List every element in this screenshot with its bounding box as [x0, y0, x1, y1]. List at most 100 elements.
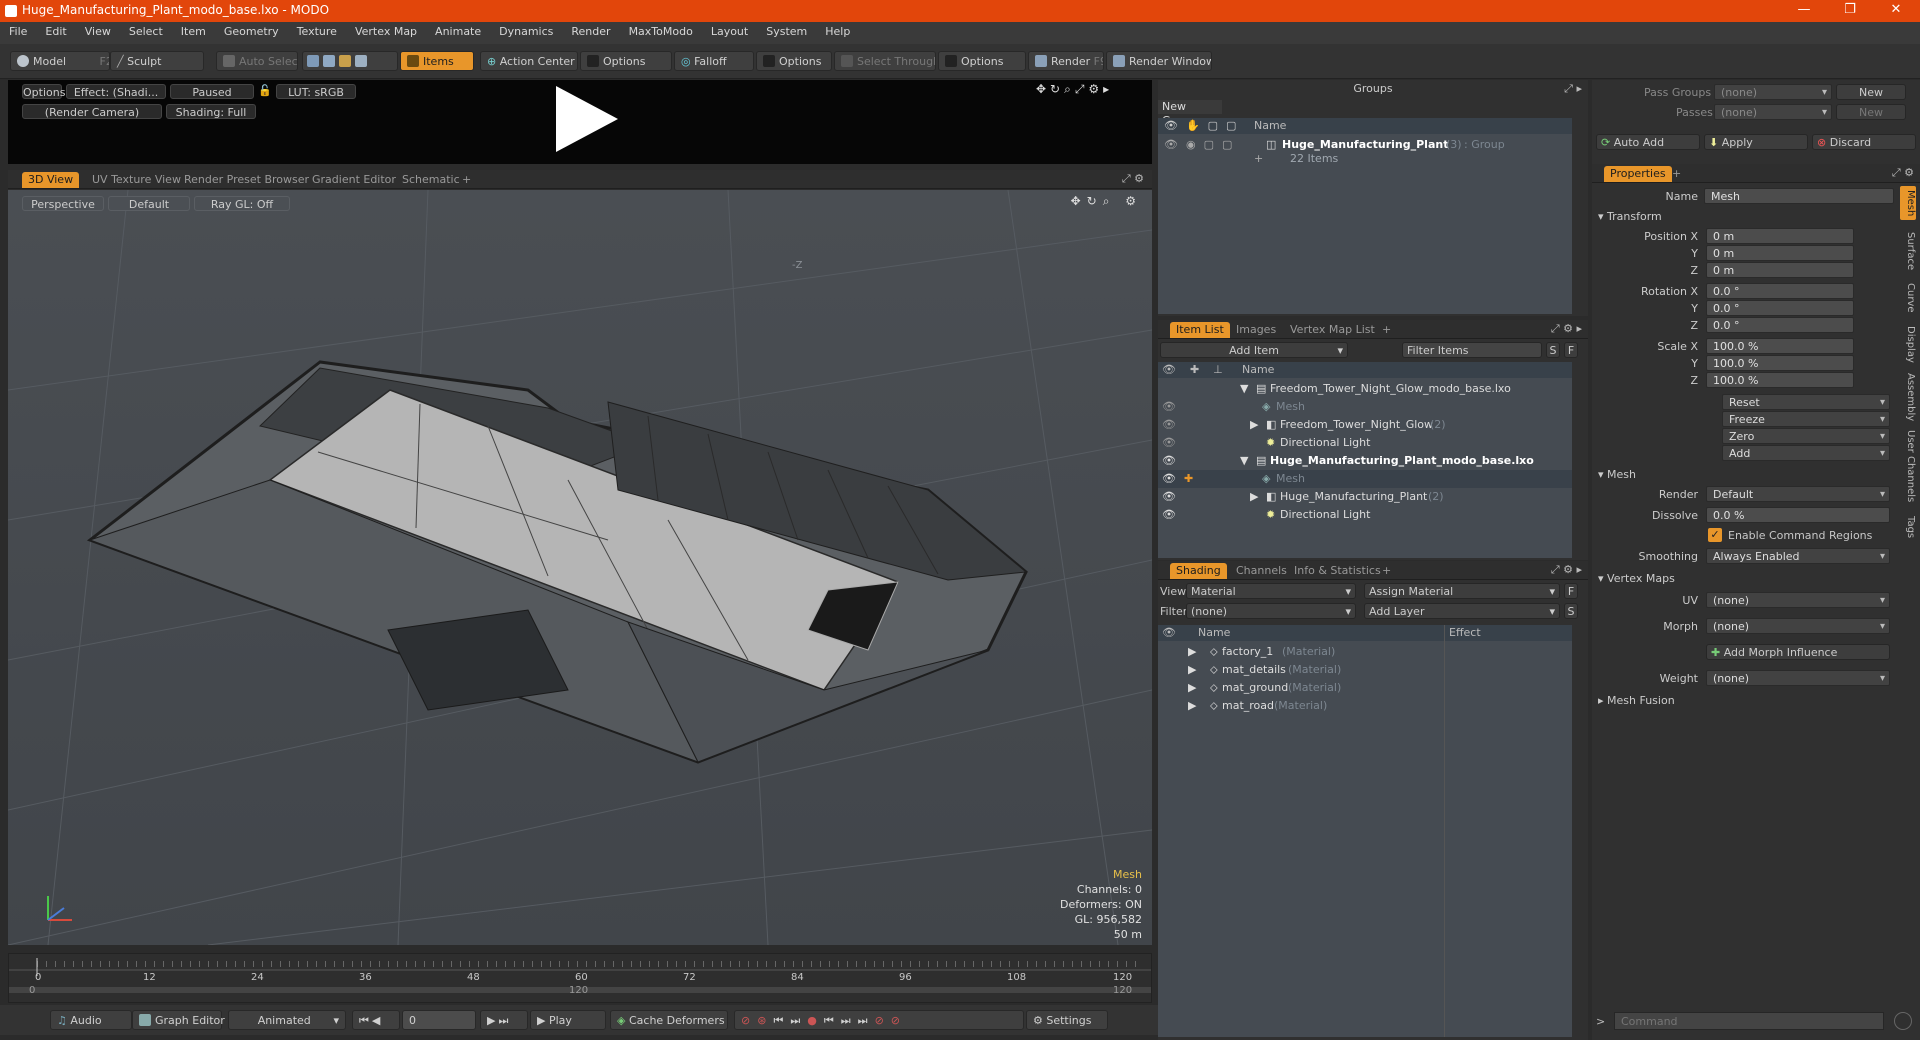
viewport-settings-icon[interactable]: ⤢ ⚙ [1122, 172, 1144, 186]
render-dropdown[interactable]: Default [1706, 486, 1890, 503]
expand-icon[interactable]: ▶ [1188, 643, 1196, 661]
tab-properties[interactable]: Properties [1604, 166, 1672, 182]
play-icon[interactable] [556, 86, 618, 152]
pass-groups-dropdown[interactable]: (none) [1714, 84, 1832, 101]
assign-material-dropdown[interactable]: Assign Material ▾ [1364, 583, 1560, 599]
position-x-field[interactable]: 0 m [1706, 228, 1854, 244]
frame-field[interactable]: 0 [402, 1010, 476, 1030]
tab-3d-view[interactable]: 3D View [22, 172, 80, 188]
material-row[interactable]: ▶ ⬦ mat_details (Material) [1158, 661, 1572, 679]
audio-button[interactable]: ♫ Audio [50, 1010, 132, 1030]
filter-f-button[interactable]: F [1564, 342, 1578, 358]
add-tab-button[interactable]: + [1666, 166, 1687, 182]
new-group-button[interactable]: New Group [1158, 100, 1222, 127]
material-row[interactable]: ▶ ⬦ mat_road (Material) [1158, 697, 1572, 715]
rotation-z-field[interactable]: 0.0 ° [1706, 317, 1854, 333]
scale-y-field[interactable]: 100.0 % [1706, 355, 1854, 371]
preview-nav-icons[interactable]: ✥↻⌕⤢⚙▸ [1036, 82, 1113, 97]
menu-texture[interactable]: Texture [288, 22, 346, 41]
expand-icon[interactable]: ▶ [1250, 416, 1258, 434]
item-list-settings-icon[interactable]: ⤢ ⚙ ▸ [1551, 322, 1582, 336]
visibility-icon[interactable]: 👁 [1162, 506, 1176, 524]
side-tab-surface[interactable]: Surface [1900, 228, 1916, 274]
side-tab-user-channels[interactable]: User Channels [1900, 428, 1916, 504]
render-camera-dropdown[interactable]: (Render Camera) [22, 104, 162, 119]
preview-options-button[interactable]: Options [22, 84, 65, 99]
visibility-icon[interactable]: 👁 [1162, 452, 1176, 470]
shading-dropdown[interactable]: Shading: Full [166, 104, 256, 119]
item-row[interactable]: 👁 ▶ ◧ Huge_Manufacturing_Plant (2) [1158, 488, 1572, 506]
uv-dropdown[interactable]: (none) [1706, 592, 1890, 609]
preview-effect-dropdown[interactable]: Effect: (Shadi... [66, 84, 166, 99]
expand-icon[interactable]: ▶ [1188, 697, 1196, 715]
scale-x-field[interactable]: 100.0 % [1706, 338, 1854, 354]
item-row[interactable]: ▼ ▤ Freedom_Tower_Night_Glow_modo_base.lxo [1158, 380, 1572, 398]
model-mode-button[interactable]: Model F2 [10, 51, 110, 71]
action-center-button[interactable]: ⊕ Action Center [480, 51, 578, 71]
tab-item-list[interactable]: Item List [1170, 322, 1230, 338]
timeline[interactable]: 0 12 24 36 48 60 72 84 96 108 120 0 120 … [8, 953, 1152, 1003]
rotation-y-field[interactable]: 0.0 ° [1706, 300, 1854, 316]
add-layer-dropdown[interactable]: Add Layer ▾ [1364, 603, 1560, 619]
expand-icon[interactable]: ▶ [1188, 661, 1196, 679]
tab-vertex-map-list[interactable]: Vertex Map List [1284, 322, 1381, 338]
raygl-dropdown[interactable]: Ray GL: Off [194, 196, 290, 211]
menu-layout[interactable]: Layout [702, 22, 757, 41]
add-morph-influence-button[interactable]: ✚ Add Morph Influence [1706, 644, 1890, 660]
command-history-icon[interactable] [1894, 1012, 1912, 1030]
menu-select[interactable]: Select [120, 22, 172, 41]
falloff-button[interactable]: ◎ Falloff [674, 51, 754, 71]
visibility-icon[interactable]: 👁 [1162, 398, 1176, 416]
position-z-field[interactable]: 0 m [1706, 262, 1854, 278]
side-tab-tags[interactable]: Tags [1900, 512, 1916, 542]
tab-channels[interactable]: Channels [1230, 563, 1293, 579]
add-tab-button[interactable]: + [456, 172, 477, 188]
menu-maxtomodo[interactable]: MaxToModo [620, 22, 702, 41]
items-mode-button[interactable]: Items [400, 51, 474, 71]
properties-settings-icon[interactable]: ⤢ ⚙ [1892, 166, 1914, 180]
edges-icon[interactable] [323, 55, 335, 67]
expand-icon[interactable]: ▶ [1188, 679, 1196, 697]
tab-render-preset-browser[interactable]: Render Preset Browser [178, 172, 315, 188]
shading-f-button[interactable]: F [1564, 583, 1578, 599]
auto-select-button[interactable]: Auto Select [216, 51, 298, 71]
item-row[interactable]: 👁 ◈ Mesh [1158, 398, 1572, 416]
position-y-field[interactable]: 0 m [1706, 245, 1854, 261]
collapse-icon[interactable]: ▼ [1240, 452, 1248, 470]
smoothing-dropdown[interactable]: Always Enabled [1706, 548, 1890, 565]
restore-icon[interactable]: ❐ [1830, 2, 1870, 20]
render-window-button[interactable]: Render Window [1106, 51, 1212, 71]
add-tab-button[interactable]: + [1376, 563, 1397, 579]
lock-icon[interactable]: 🔓 [258, 84, 272, 97]
side-tab-assembly[interactable]: Assembly [1900, 372, 1916, 422]
scale-z-field[interactable]: 100.0 % [1706, 372, 1854, 388]
select-through-options-button[interactable]: Options [938, 51, 1026, 71]
keyframe-tools[interactable]: ⊘⊛⏮⏭●⏮⏭⏭⊘⊘ [734, 1010, 1024, 1030]
rotation-x-field[interactable]: 0.0 ° [1706, 283, 1854, 299]
add-item-dropdown[interactable]: Add Item ▾ [1160, 342, 1348, 358]
material-row[interactable]: ▶ ⬦ mat_ground (Material) [1158, 679, 1572, 697]
transform-section[interactable]: ▾ Transform [1598, 210, 1662, 223]
select-through-button[interactable]: Select Through [834, 51, 936, 71]
item-row[interactable]: 👁 ▼ ▤ Huge_Manufacturing_Plant_modo_base.lx… [1158, 452, 1572, 470]
view-mode-dropdown[interactable]: Perspective [22, 196, 104, 211]
new-pass-group-button[interactable]: New [1836, 84, 1906, 100]
visibility-icon[interactable]: 👁 [1162, 434, 1176, 452]
expand-plus-icon[interactable]: + [1254, 150, 1263, 168]
shading-s-button[interactable]: S [1564, 603, 1578, 619]
tab-shading[interactable]: Shading [1170, 563, 1227, 579]
mesh-section[interactable]: ▾ Mesh [1598, 468, 1636, 481]
item-row[interactable]: 👁 ▶ ◧ Freedom_Tower_Night_Glow (2) [1158, 416, 1572, 434]
lut-dropdown[interactable]: LUT: sRGB [276, 84, 356, 99]
falloff-options-button[interactable]: Options [756, 51, 832, 71]
menu-view[interactable]: View [76, 22, 120, 41]
collapse-icon[interactable]: ▼ [1240, 380, 1248, 398]
preview-paused-button[interactable]: Paused [170, 84, 254, 99]
side-tab-display[interactable]: Display [1900, 322, 1916, 366]
side-tab-mesh[interactable]: Mesh [1900, 186, 1916, 220]
item-row[interactable]: 👁 ✹ Directional Light [1158, 434, 1572, 452]
tab-gradient-editor[interactable]: Gradient Editor [306, 172, 402, 188]
new-pass-button[interactable]: New [1836, 104, 1906, 120]
frame-back-buttons[interactable]: ⏮◀ [352, 1010, 400, 1030]
add-tab-button[interactable]: + [1376, 322, 1397, 338]
